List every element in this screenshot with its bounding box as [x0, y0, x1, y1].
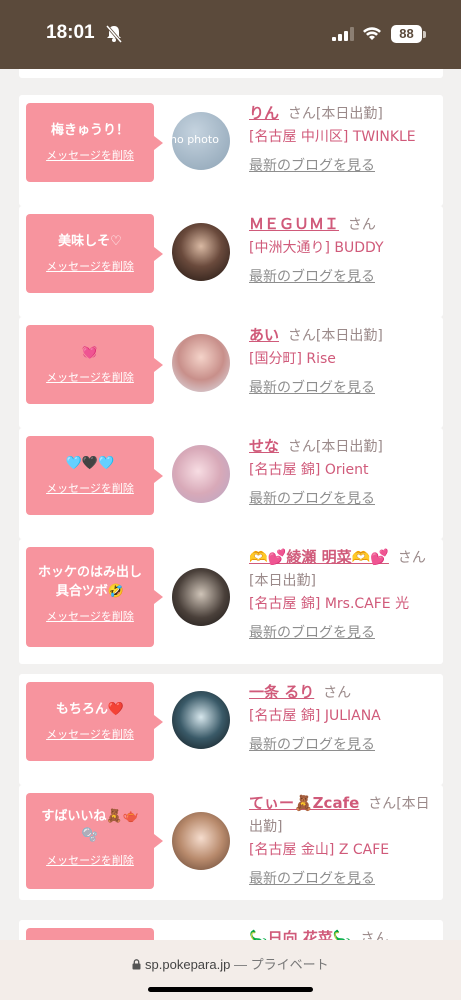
honorific: さん [347, 217, 376, 233]
avatar[interactable] [172, 445, 230, 503]
delete-message-link[interactable]: メッセージを削除 [26, 726, 154, 742]
status-time: 18:01 [46, 22, 95, 43]
shop-name: [国分町] Rise [249, 351, 336, 367]
avatar[interactable] [172, 812, 230, 870]
honorific: さん [287, 439, 316, 455]
profile-name-link[interactable]: せな [249, 437, 279, 455]
url-text: sp.pokepara.jp [145, 957, 231, 972]
wifi-icon [363, 27, 381, 40]
latest-blog-link[interactable]: 最新のブログを見る [249, 155, 439, 178]
previous-card-edge [19, 69, 443, 78]
work-today-tag: [本日出勤] [249, 573, 316, 589]
no-photo-label: no photo [172, 133, 219, 146]
lock-icon [132, 959, 141, 970]
message-card: すばいいね🧸🫖🫧 メッセージを削除 てぃー🧸Zcafe さん[本日出勤] [名古… [19, 785, 443, 900]
profile-info: りん さん[本日出勤] [名古屋 中川区] TWINKLE 最新のブログを見る [249, 102, 439, 178]
profile-info: せな さん[本日出勤] [名古屋 錦] Orient 最新のブログを見る [249, 435, 439, 511]
latest-blog-link[interactable]: 最新のブログを見る [249, 868, 439, 891]
private-mode-label: — プライベート [233, 957, 329, 972]
profile-info: ＭＥＧＵＭＩ さん [中洲大通り] BUDDY 最新のブログを見る [249, 213, 439, 289]
profile-name-link[interactable]: 🦕日向 花菜🦕 [249, 929, 352, 940]
battery-indicator: 88 [391, 25, 422, 43]
message-text: 💓 [81, 345, 99, 360]
browser-address-bar[interactable]: sp.pokepara.jp — プライベート [0, 940, 461, 1000]
profile-info: 🦕日向 花菜🦕 さん [249, 927, 439, 940]
cellular-signal-icon [332, 27, 354, 41]
work-today-tag: [本日出勤] [315, 328, 383, 344]
honorific: さん [287, 328, 316, 344]
shop-name: [名古屋 錦] JULIANA [249, 708, 381, 724]
profile-info: あい さん[本日出勤] [国分町] Rise 最新のブログを見る [249, 324, 439, 400]
status-bar: 18:01 88 [0, 0, 461, 69]
avatar[interactable] [172, 691, 230, 749]
message-card: 🦕日向 花菜🦕 さん [19, 920, 443, 940]
message-text: もちろん❤️ [55, 702, 125, 717]
shop-name: [名古屋 錦] Orient [249, 462, 369, 478]
profile-name-link[interactable]: てぃー🧸Zcafe [249, 794, 359, 812]
message-text: 美味しそ♡ [58, 234, 122, 249]
delete-message-link[interactable]: メッセージを削除 [26, 258, 154, 274]
shop-name: [中洲大通り] BUDDY [249, 240, 384, 256]
message-bubble: 🩵🖤🩵 メッセージを削除 [26, 436, 163, 515]
latest-blog-link[interactable]: 最新のブログを見る [249, 266, 439, 289]
message-text: 🩵🖤🩵 [65, 456, 115, 471]
home-indicator[interactable] [148, 987, 313, 992]
battery-tip [423, 31, 426, 38]
shop-name: [名古屋 金山] Z CAFE [249, 842, 390, 858]
bell-muted-icon [105, 25, 123, 43]
delete-message-link[interactable]: メッセージを削除 [26, 147, 154, 163]
url-display[interactable]: sp.pokepara.jp — プライベート [0, 954, 461, 973]
message-text: ホッケのはみ出し具合ツボ🤣 [37, 565, 142, 599]
message-card: 梅きゅうり！ メッセージを削除 no photo りん さん[本日出勤] [名古… [19, 95, 443, 206]
avatar[interactable] [172, 568, 230, 626]
delete-message-link[interactable]: メッセージを削除 [26, 608, 154, 624]
avatar[interactable]: no photo [172, 112, 230, 170]
message-card: 🩵🖤🩵 メッセージを削除 せな さん[本日出勤] [名古屋 錦] Orient … [19, 428, 443, 539]
message-bubble: ホッケのはみ出し具合ツボ🤣 メッセージを削除 [26, 547, 163, 647]
message-bubble [26, 928, 154, 940]
shop-name: [名古屋 錦] Mrs.CAFE 光 [249, 596, 410, 612]
message-bubble: 梅きゅうり！ メッセージを削除 [26, 103, 163, 182]
message-bubble: すばいいね🧸🫖🫧 メッセージを削除 [26, 793, 163, 889]
profile-name-link[interactable]: りん [249, 104, 279, 122]
work-today-tag: [本日出勤] [315, 106, 383, 122]
honorific: さん [368, 796, 397, 812]
delete-message-link[interactable]: メッセージを削除 [26, 369, 154, 385]
message-card: 美味しそ♡ メッセージを削除 ＭＥＧＵＭＩ さん [中洲大通り] BUDDY 最… [19, 206, 443, 317]
message-bubble: 美味しそ♡ メッセージを削除 [26, 214, 163, 293]
latest-blog-link[interactable]: 最新のブログを見る [249, 734, 439, 757]
latest-blog-link[interactable]: 最新のブログを見る [249, 377, 439, 400]
work-today-tag: [本日出勤] [315, 439, 383, 455]
latest-blog-link[interactable]: 最新のブログを見る [249, 622, 439, 645]
profile-info: 一条 るり さん [名古屋 錦] JULIANA 最新のブログを見る [249, 681, 439, 757]
message-bubble: 💓 メッセージを削除 [26, 325, 163, 404]
honorific: さん [323, 685, 352, 701]
profile-info: てぃー🧸Zcafe さん[本日出勤] [名古屋 金山] Z CAFE 最新のブロ… [249, 792, 439, 891]
message-card: 💓 メッセージを削除 あい さん[本日出勤] [国分町] Rise 最新のブログ… [19, 317, 443, 428]
profile-name-link[interactable]: 🫶💕綾瀬 明菜🫶💕 [249, 548, 389, 566]
avatar[interactable] [172, 334, 230, 392]
profile-name-link[interactable]: ＭＥＧＵＭＩ [249, 215, 339, 233]
profile-info: 🫶💕綾瀬 明菜🫶💕 さん [本日出勤] [名古屋 錦] Mrs.CAFE 光 最新… [249, 546, 439, 645]
profile-name-link[interactable]: 一条 るり [249, 683, 314, 701]
delete-message-link[interactable]: メッセージを削除 [26, 480, 154, 496]
message-list[interactable]: 梅きゅうり！ メッセージを削除 no photo りん さん[本日出勤] [名古… [0, 69, 461, 940]
message-text: 梅きゅうり！ [50, 123, 129, 138]
shop-name: [名古屋 中川区] TWINKLE [249, 129, 416, 145]
profile-name-link[interactable]: あい [249, 326, 279, 344]
honorific: さん [287, 106, 316, 122]
latest-blog-link[interactable]: 最新のブログを見る [249, 488, 439, 511]
honorific: さん [397, 550, 426, 566]
message-card: もちろん❤️ メッセージを削除 一条 るり さん [名古屋 錦] JULIANA… [19, 674, 443, 785]
delete-message-link[interactable]: メッセージを削除 [26, 852, 154, 868]
message-bubble: もちろん❤️ メッセージを削除 [26, 682, 163, 761]
avatar[interactable] [172, 223, 230, 281]
honorific: さん [360, 931, 389, 940]
message-text: すばいいね🧸🫖🫧 [41, 809, 139, 843]
message-card: ホッケのはみ出し具合ツボ🤣 メッセージを削除 🫶💕綾瀬 明菜🫶💕 さん [本日出勤… [19, 539, 443, 664]
